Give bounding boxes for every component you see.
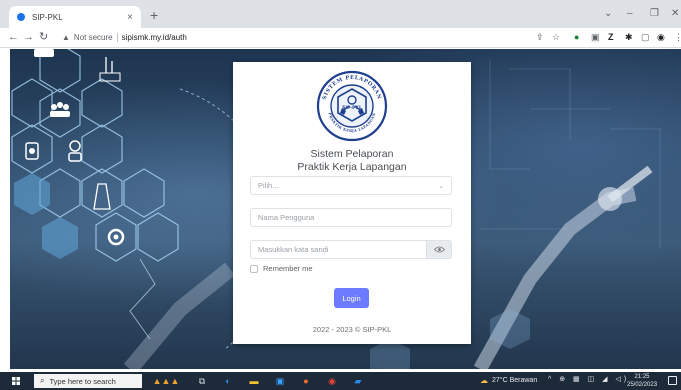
extension-icon[interactable]: ▣ bbox=[591, 31, 600, 44]
chrome-icon[interactable]: ◉ bbox=[326, 375, 338, 387]
share-icon[interactable]: ⇪ bbox=[536, 31, 544, 44]
login-button[interactable]: Login bbox=[334, 288, 369, 308]
minimize-icon[interactable]: – bbox=[627, 8, 633, 20]
reload-icon[interactable]: ↻ bbox=[39, 31, 48, 44]
search-icon: ⌕ bbox=[40, 376, 45, 385]
side-panel-icon[interactable]: ▢ bbox=[641, 31, 650, 44]
remember-me-label[interactable]: Remember me bbox=[263, 264, 313, 273]
security-status: Not secure bbox=[73, 33, 113, 42]
address-bar[interactable]: ▲ Not secure sipismk.my.id/auth bbox=[62, 30, 502, 45]
page-background: SISTEM PELAPORAN PRAKTIK KERJA LAPANGAN … bbox=[10, 49, 681, 369]
windows-start-icon[interactable] bbox=[12, 377, 20, 385]
edge-icon[interactable]: ◐ bbox=[222, 375, 234, 387]
tab-search-icon[interactable]: ⌄ bbox=[604, 8, 612, 20]
bookmark-star-icon[interactable]: ☆ bbox=[552, 31, 560, 44]
logo-text-bottom: PRAKTIK KERJA LAPANGAN bbox=[328, 112, 377, 133]
role-select-value: Pilih... bbox=[258, 181, 279, 190]
close-window-icon[interactable]: ✕ bbox=[671, 8, 679, 20]
file-explorer-icon[interactable]: ▬ bbox=[248, 375, 260, 387]
copyright-footer: 2022 - 2023 © SIP-PKL bbox=[312, 325, 392, 334]
profile-avatar-icon[interactable]: ◉ bbox=[657, 31, 665, 44]
back-icon[interactable]: ← bbox=[8, 31, 19, 44]
chevron-down-icon: ⌄ bbox=[438, 182, 444, 190]
search-highlight-icon[interactable]: ▲▲▲ bbox=[152, 375, 180, 387]
username-placeholder: Nama Pengguna bbox=[258, 213, 315, 222]
tab-close-icon[interactable]: × bbox=[127, 12, 133, 23]
app-title-line2: Praktik Kerja Lapangan bbox=[297, 161, 407, 173]
taskbar-search[interactable]: ⌕ Type here to search bbox=[34, 374, 142, 388]
toggle-password-button[interactable] bbox=[426, 240, 452, 259]
browser-tab[interactable]: SIP-PKL × bbox=[9, 6, 141, 28]
taskbar-search-placeholder: Type here to search bbox=[49, 376, 116, 386]
extensions-puzzle-icon[interactable]: ✱ bbox=[625, 31, 633, 44]
system-tray-icons[interactable]: ^ ⊕ ▦ ◫ ◢ ◁) bbox=[548, 375, 629, 383]
app-title-line1: Sistem Pelaporan bbox=[310, 148, 394, 160]
new-tab-button[interactable]: + bbox=[150, 8, 158, 22]
notification-icon[interactable] bbox=[668, 376, 677, 385]
taskbar-clock[interactable]: 21:25 25/02/2023 bbox=[627, 373, 657, 389]
browser-toolbar: ← → ↻ ▲ Not secure sipismk.my.id/auth ⇪ … bbox=[0, 28, 681, 48]
eye-icon bbox=[433, 246, 445, 253]
svg-text:PRAKTIK KERJA LAPANGAN: PRAKTIK KERJA LAPANGAN bbox=[328, 112, 377, 133]
clock-date: 25/02/2023 bbox=[627, 382, 658, 388]
weather-text: 27°C Berawan bbox=[492, 377, 538, 384]
password-placeholder: Masukkan kata sandi bbox=[258, 245, 329, 254]
svg-text:SISTEM PELAPORAN: SISTEM PELAPORAN bbox=[322, 75, 382, 100]
tab-title: SIP-PKL bbox=[32, 12, 63, 22]
task-view-icon[interactable]: ⧉ bbox=[196, 375, 208, 387]
role-select[interactable]: Pilih... ⌄ bbox=[250, 176, 452, 195]
windows-taskbar: ⌕ Type here to search ▲▲▲ ⧉ ◐ ▬ ▣ ● ◉ ▰ … bbox=[0, 372, 681, 390]
username-input[interactable]: Nama Pengguna bbox=[250, 208, 452, 227]
firefox-icon[interactable]: ● bbox=[300, 375, 312, 387]
app-window-icon[interactable]: ▰ bbox=[352, 375, 364, 387]
browser-tab-strip: SIP-PKL × + ⌄ – ❐ ✕ bbox=[0, 0, 681, 28]
store-icon[interactable]: ▣ bbox=[274, 375, 286, 387]
password-input[interactable]: Masukkan kata sandi bbox=[250, 240, 427, 259]
cloud-sun-icon: ☁ bbox=[480, 376, 488, 385]
menu-icon[interactable]: ⋮ bbox=[674, 31, 681, 44]
login-card: SISTEM PELAPORAN PRAKTIK KERJA LAPANGAN … bbox=[233, 62, 471, 344]
divider bbox=[116, 33, 118, 42]
clock-time: 21:25 bbox=[634, 374, 650, 380]
url-text: sipismk.my.id/auth bbox=[121, 33, 187, 42]
logo-center-label: SIP-PKL bbox=[342, 106, 362, 111]
extension-leaf-icon[interactable]: ● bbox=[574, 31, 579, 44]
forward-icon[interactable]: → bbox=[23, 31, 34, 44]
extension-z-icon[interactable]: Z bbox=[608, 31, 614, 44]
warning-icon: ▲ bbox=[62, 33, 70, 42]
weather-widget[interactable]: ☁ 27°C Berawan bbox=[480, 376, 537, 385]
site-favicon-icon bbox=[17, 13, 25, 21]
remember-me-checkbox[interactable] bbox=[250, 264, 258, 273]
maximize-icon[interactable]: ❐ bbox=[650, 8, 659, 20]
logo-text-top: SISTEM PELAPORAN bbox=[322, 75, 382, 100]
remember-me: Remember me bbox=[250, 264, 313, 273]
